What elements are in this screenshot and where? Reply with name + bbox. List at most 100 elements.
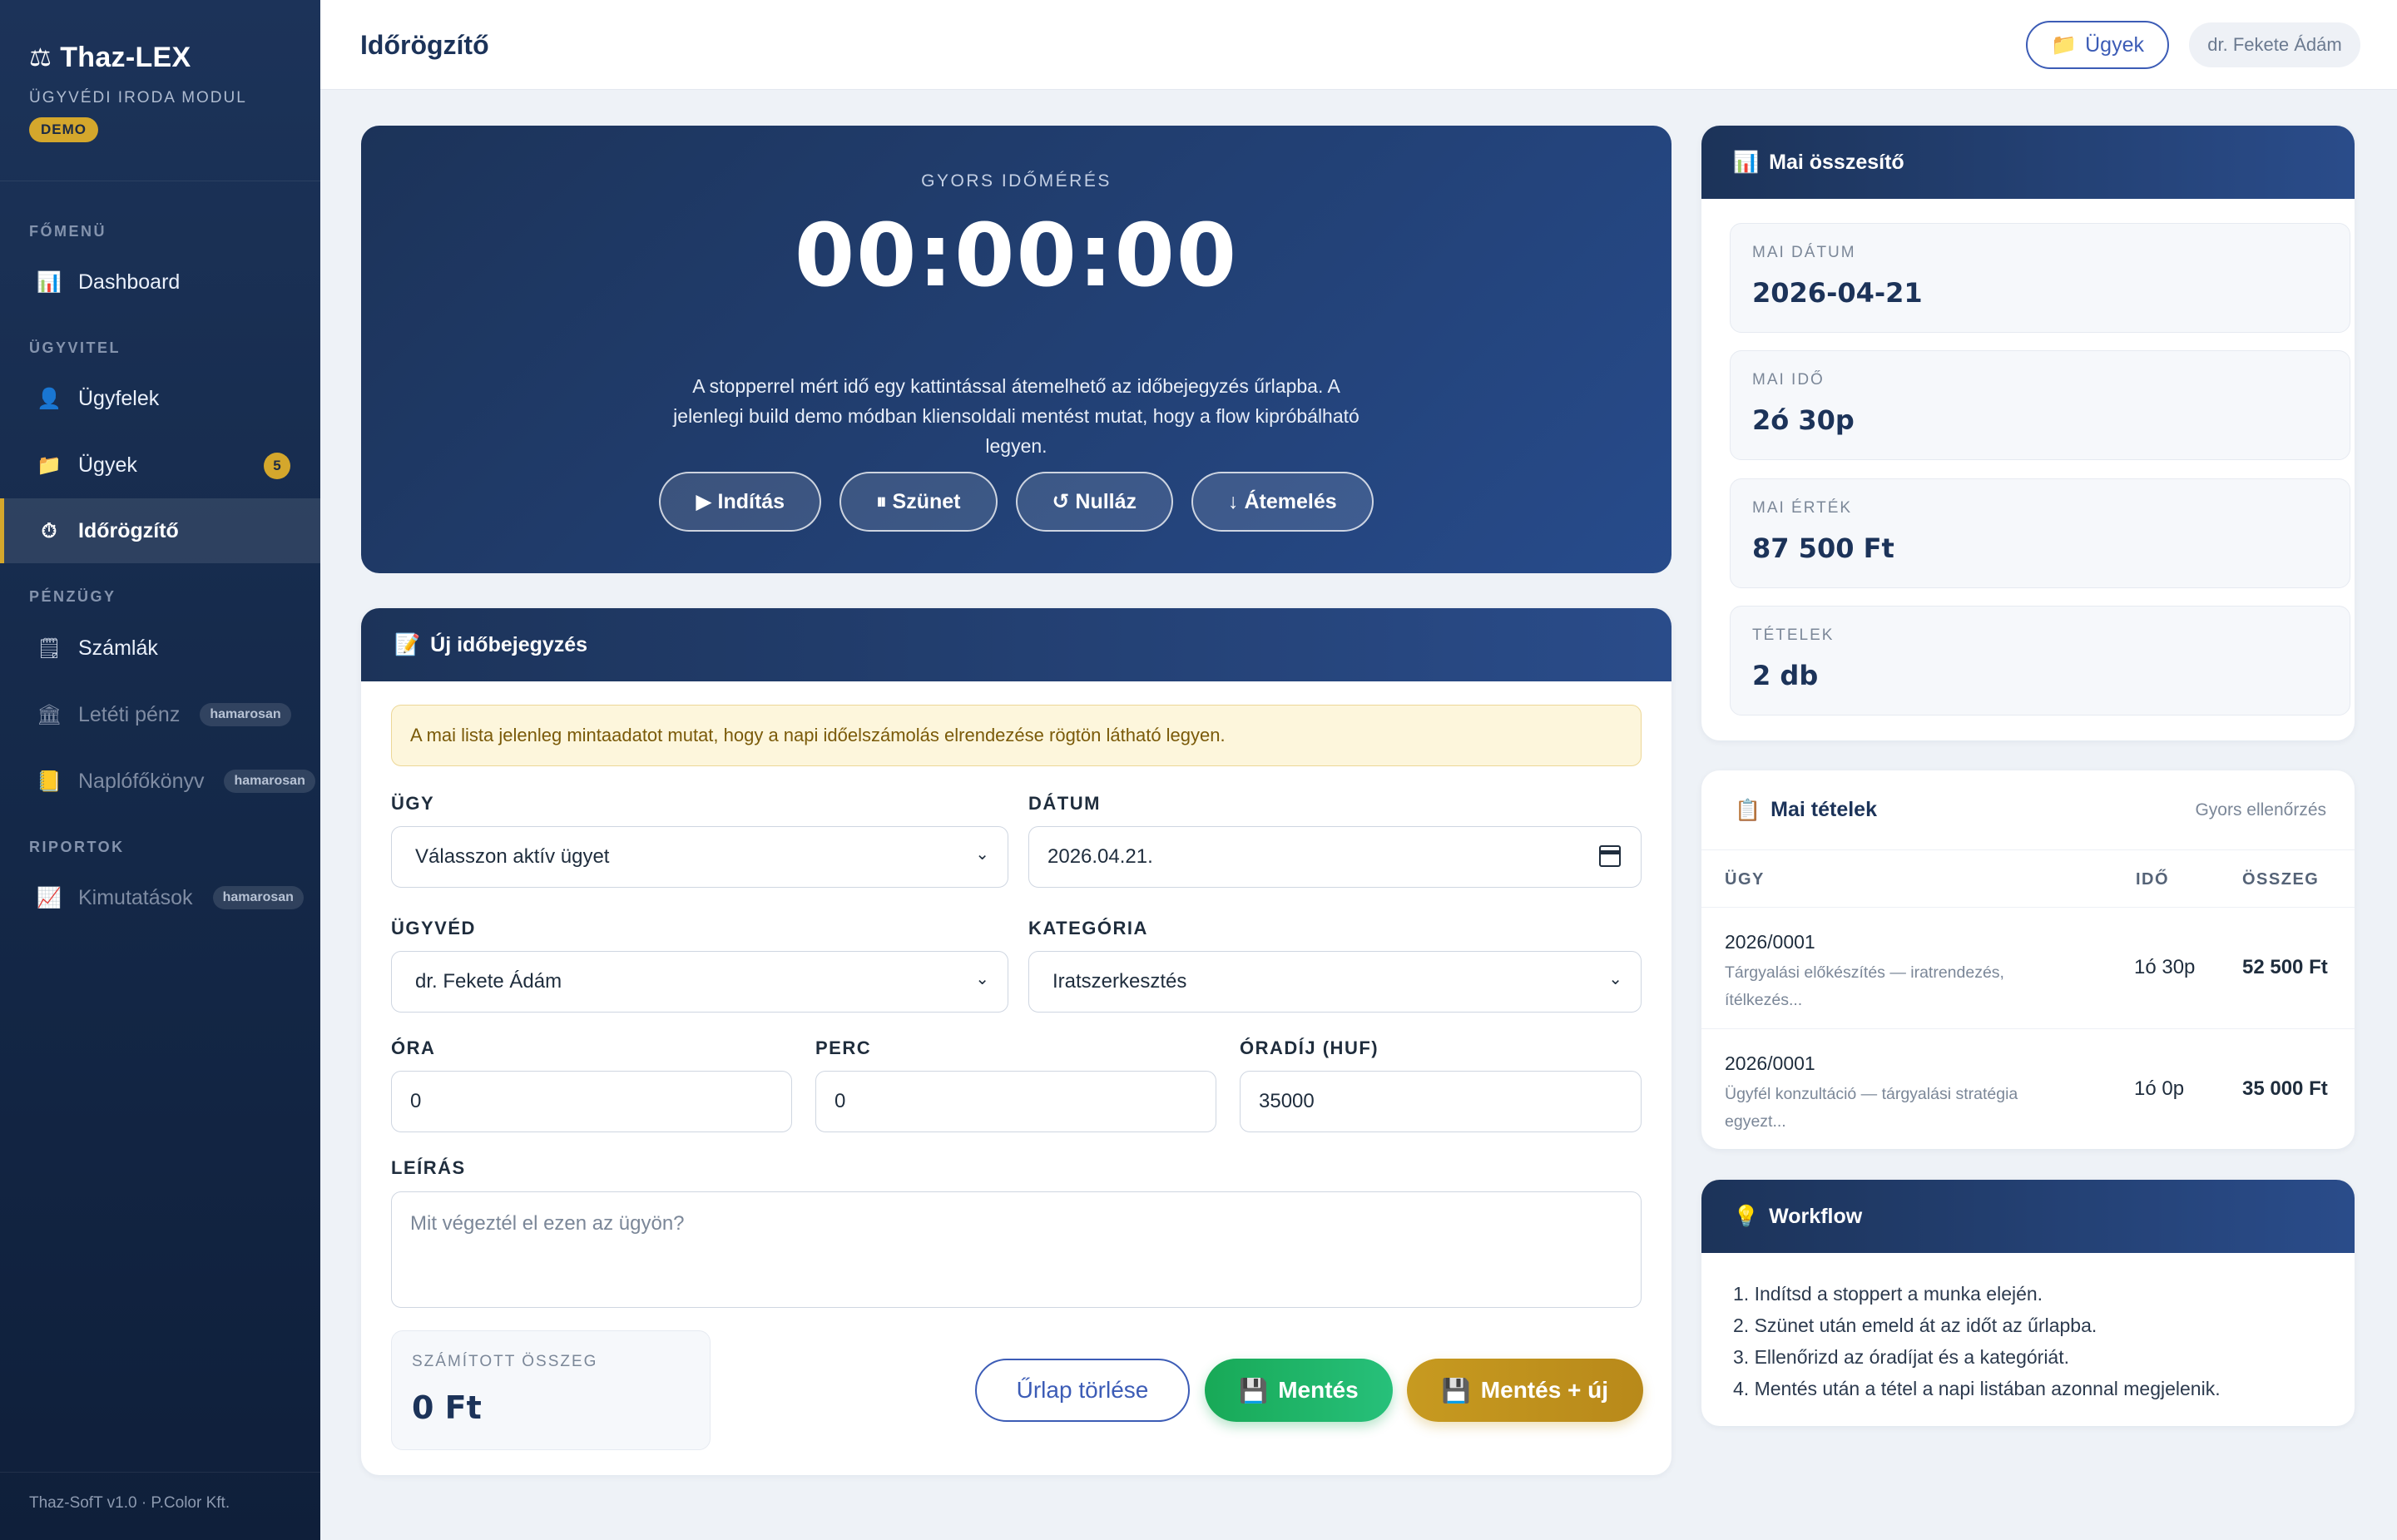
daily-summary-card: 📊 Mai összesítő MAI DÁTUM 2026-04-21 MAI… [1701,126,2355,740]
rate-input-value: 35000 [1259,1090,1315,1112]
lawyer-select[interactable]: dr. Fekete Ádám ⌄ [391,951,1008,1013]
brand-title[interactable]: ⚖ Thaz-LEX [29,42,291,74]
cases-button[interactable]: 📁 Ügyek [2026,21,2169,69]
case-select[interactable]: Válasszon aktív ügyet ⌄ [391,826,1008,888]
workflow-step: 4. Mentés után a tétel a napi listában a… [1733,1378,2221,1399]
todays-items-title: Mai tételek [1771,798,1877,821]
chevron-down-icon: ⌄ [975,845,989,864]
sidebar-item-invoices[interactable]: 🗒 Számlák [0,616,320,681]
rate-label: ÓRADÍJ (HUF) [1240,1037,1379,1058]
sample-data-alert: A mai lista jelenleg mintaadatot mutat, … [391,705,1642,766]
folder-icon: 📁 [2050,32,2078,57]
row-time: 1ó 0p [2134,1077,2185,1100]
nav-section-cases: ÜGYVITEL [29,339,121,356]
timer-label: GYORS IDŐMÉRÉS [921,171,1112,191]
date-label: DÁTUM [1028,793,1101,814]
cases-count-badge: 5 [264,453,290,479]
daily-summary-header: 📊 Mai összesítő [1701,126,2355,199]
rate-input[interactable]: 35000 [1240,1071,1642,1132]
workflow-header: 💡 Workflow [1701,1180,2355,1253]
sidebar-item-escrow: 🏛 Letéti pénz hamarosan [0,682,320,747]
save-new-button-label: Mentés + új [1480,1377,1609,1403]
minutes-input[interactable]: 0 [815,1071,1216,1132]
sidebar-item-dashboard[interactable]: 📊 Dashboard [0,250,320,314]
floppy-icon: 💾 [1239,1376,1269,1404]
save-button-label: Mentés [1278,1377,1359,1403]
minutes-input-value: 0 [834,1090,846,1112]
cases-button-label: Ügyek [2085,32,2144,57]
row-amount: 35 000 Ft [2242,1077,2328,1100]
case-label: ÜGY [391,793,435,814]
table-row[interactable]: 2026/0001 Tárgyalási előkészítés — iratr… [1701,907,2355,1028]
col-header-amount: ÖSSZEG [2242,870,2320,889]
row-case: 2026/0001 [1725,931,1815,953]
sidebar-item-cases[interactable]: 📁 Ügyek 5 [0,433,320,498]
lightbulb-icon: 💡 [1733,1204,1760,1228]
workflow-steps: 1. Indítsd a stoppert a munka elején. 2.… [1733,1278,2221,1404]
timer-controls: ▶ Indítás ⏸ Szünet ↺ Nulláz ↓ Átemelés [361,472,1671,532]
row-time: 1ó 30p [2134,956,2196,978]
description-textarea[interactable]: Mit végeztél el ezen az ügyön? [391,1191,1642,1308]
workflow-title: Workflow [1769,1204,1863,1228]
stat-date: MAI DÁTUM 2026-04-21 [1730,223,2350,333]
stat-label: TÉTELEK [1752,626,1835,644]
stat-value: 2026-04-21 [1752,277,1923,309]
computed-total-label: SZÁMÍTOTT ÖSSZEG [412,1353,598,1370]
daily-summary-title: Mai összesítő [1769,150,1904,174]
page-title: Időrögzítő [360,30,489,60]
workflow-step: 2. Szünet után emeld át az időt az űrlap… [1733,1315,2097,1336]
col-header-case: ÜGY [1725,870,1765,889]
minutes-label: PERC [815,1037,872,1058]
category-label: KATEGÓRIA [1028,918,1148,938]
sidebar-item-time-tracker[interactable]: ⏱ Időrögzítő [0,498,320,563]
quick-timer: GYORS IDŐMÉRÉS 00:00:00 A stopperrel mér… [361,126,1671,573]
stat-items: TÉTELEK 2 db [1730,606,2350,716]
row-amount: 52 500 Ft [2242,956,2328,978]
row-case: 2026/0001 [1725,1052,1815,1074]
workflow-step: 3. Ellenőrizd az óradíjat és a kategóriá… [1733,1346,2070,1368]
user-chip[interactable]: dr. Fekete Ádám [2189,22,2360,67]
save-button[interactable]: 💾 Mentés [1205,1359,1393,1422]
computed-total-box: SZÁMÍTOTT ÖSSZEG 0 Ft [391,1330,711,1450]
hours-input[interactable]: 0 [391,1071,792,1132]
transfer-button[interactable]: ↓ Átemelés [1191,472,1374,532]
trend-chart-icon: 📈 [37,886,62,909]
sidebar-item-clients[interactable]: 👤 Ügyfelek [0,366,320,431]
table-row[interactable]: 2026/0001 Ügyfél konzultáció — tárgyalás… [1701,1028,2355,1149]
nav-section-reports: RIPORTOK [29,839,125,855]
clipboard-icon: 📋 [1735,797,1761,822]
sidebar: ⚖ Thaz-LEX ÜGYVÉDI IRODA MODUL DEMO FŐME… [0,0,320,1540]
description-label: LEÍRÁS [391,1157,466,1178]
pause-button[interactable]: ⏸ Szünet [839,472,998,532]
brand-name: Thaz-LEX [60,42,191,73]
sidebar-item-label: Kimutatások [78,885,193,909]
sidebar-item-ledger: 📒 Naplófőkönyv hamarosan [0,749,320,814]
sidebar-item-label: Időrögzítő [78,518,179,542]
calendar-icon[interactable] [1599,845,1621,867]
timer-display: 00:00:00 [794,205,1239,306]
stat-value: 87 500 Ft [1752,532,1894,564]
nav-section-main: FŐMENÜ [29,223,106,240]
topbar: Időrögzítő 📁 Ügyek dr. Fekete Ádám [320,0,2397,90]
save-new-button[interactable]: 💾 Mentés + új [1407,1359,1643,1422]
sidebar-item-label: Ügyfelek [78,386,160,410]
ledger-icon: 📒 [37,770,62,793]
sidebar-item-label: Naplófőkönyv [78,769,205,793]
floppy-icon: 💾 [1441,1376,1471,1404]
todays-items-header: 📋 Mai tételek Gyors ellenőrzés [1701,770,2355,850]
reset-button[interactable]: ↺ Nulláz [1015,472,1174,532]
clear-form-button[interactable]: Űrlap törlése [975,1359,1190,1422]
timer-description: A stopperrel mért idő egy kattintással á… [673,375,1359,457]
nav-section-finance: PÉNZÜGY [29,588,116,605]
brand: ⚖ Thaz-LEX ÜGYVÉDI IRODA MODUL DEMO [0,0,320,181]
bank-icon: 🏛 [37,703,62,726]
case-select-value: Válasszon aktív ügyet [415,845,610,868]
invoice-icon: 🗒 [37,636,62,660]
folder-icon: 📁 [37,453,62,477]
category-select[interactable]: Iratszerkesztés ⌄ [1028,951,1642,1013]
chart-icon: 📊 [37,270,62,294]
date-input[interactable]: 2026.04.21. [1028,826,1642,888]
workflow-step: 1. Indítsd a stoppert a munka elején. [1733,1283,2043,1305]
start-button[interactable]: ▶ Indítás [659,472,822,532]
stat-label: MAI IDŐ [1752,371,1825,389]
